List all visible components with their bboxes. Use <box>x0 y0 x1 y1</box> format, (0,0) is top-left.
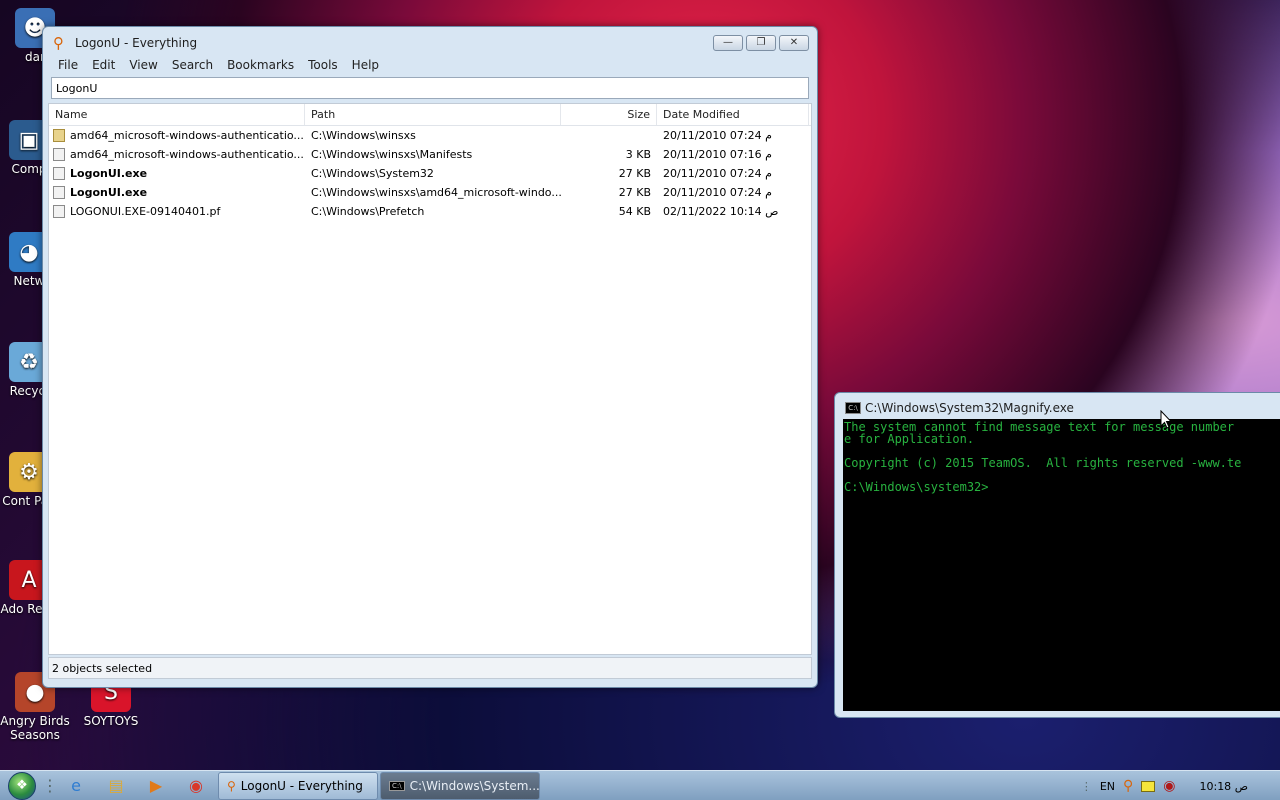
console-line: e for Application. <box>844 432 975 446</box>
title-bar[interactable]: ⚲ LogonU - Everything <box>43 27 817 59</box>
file-name: amd64_microsoft-windows-authenticatio... <box>70 129 304 142</box>
file-explorer-icon[interactable]: ▤ <box>96 772 136 800</box>
exe-icon <box>53 186 65 199</box>
file-size: 27 KB <box>618 167 651 180</box>
menu-tools[interactable]: Tools <box>301 56 345 74</box>
folder-icon <box>53 129 65 142</box>
search-input[interactable] <box>51 77 809 99</box>
file-date: 02/11/2022 10:14 ص <box>663 205 779 218</box>
console-window[interactable]: C:\ C:\Windows\System32\Magnify.exe The … <box>834 392 1280 718</box>
file-date: 20/11/2010 07:24 م <box>663 129 772 142</box>
desktop-icon-label: SOYTOYS <box>83 714 139 728</box>
window-title: LogonU - Everything <box>75 36 198 50</box>
console-prompt: C:\Windows\system32> <box>844 480 989 494</box>
language-indicator[interactable]: EN <box>1100 780 1115 793</box>
table-row[interactable]: LOGONUI.EXE-09140401.pf C:\Windows\Prefe… <box>49 202 811 221</box>
task-label: C:\Windows\System... <box>409 778 540 793</box>
file-size: 54 KB <box>618 205 651 218</box>
file-path: C:\Windows\winsxs <box>311 129 416 142</box>
everything-window[interactable]: ⚲ LogonU - Everything — ❐ ✕ File Edit Vi… <box>42 26 818 688</box>
column-header-path[interactable]: Path <box>305 104 561 125</box>
taskbar-grip: ⋮ <box>42 776 58 795</box>
start-button[interactable]: ❖ <box>0 771 44 800</box>
table-row-selected[interactable]: LogonUI.exe C:\Windows\System32 27 KB 20… <box>49 164 811 183</box>
window-controls: — ❐ ✕ <box>713 35 809 51</box>
file-size: 27 KB <box>618 186 651 199</box>
status-bar: 2 objects selected <box>48 657 812 679</box>
file-date: 20/11/2010 07:16 م <box>663 148 772 161</box>
table-row[interactable]: amd64_microsoft-windows-authenticatio...… <box>49 126 811 145</box>
task-label: LogonU - Everything <box>240 778 363 793</box>
table-row[interactable]: amd64_microsoft-windows-authenticatio...… <box>49 145 811 164</box>
column-header-size[interactable]: Size <box>561 104 657 125</box>
clock[interactable]: 10:18 ص <box>1199 780 1248 793</box>
task-everything[interactable]: ⚲ LogonU - Everything <box>218 771 378 800</box>
magnifier-icon: ⚲ <box>53 34 64 52</box>
file-size: 3 KB <box>625 148 651 161</box>
menu-edit[interactable]: Edit <box>85 56 122 74</box>
menu-view[interactable]: View <box>122 56 164 74</box>
exe-icon <box>53 167 65 180</box>
chrome-icon[interactable]: ◉ <box>176 772 216 800</box>
menu-bookmarks[interactable]: Bookmarks <box>220 56 301 74</box>
desktop-icon-label: Netw <box>13 274 45 288</box>
file-path: C:\Windows\winsxs\Manifests <box>311 148 473 161</box>
menu-bar: File Edit View Search Bookmarks Tools He… <box>51 56 386 74</box>
file-name: LogonUI.exe <box>70 167 148 180</box>
console-title: C:\Windows\System32\Magnify.exe <box>865 401 1074 415</box>
console-icon: C:\ <box>845 402 861 414</box>
system-tray: ⋮ EN ⚲ ◉ 10:18 ص <box>1081 771 1280 800</box>
column-header-date[interactable]: Date Modified <box>657 104 809 125</box>
minimize-button[interactable]: — <box>713 35 743 51</box>
message-tray-icon[interactable] <box>1141 780 1156 792</box>
mouse-cursor-icon <box>1160 410 1172 429</box>
file-date: 20/11/2010 07:24 م <box>663 167 772 180</box>
column-header-name[interactable]: Name <box>49 104 305 125</box>
console-output[interactable]: The system cannot find message text for … <box>843 419 1280 711</box>
menu-file[interactable]: File <box>51 56 85 74</box>
file-name: amd64_microsoft-windows-authenticatio... <box>70 148 304 161</box>
menu-help[interactable]: Help <box>345 56 386 74</box>
close-button[interactable]: ✕ <box>779 35 809 51</box>
task-console[interactable]: C:\ C:\Windows\System... <box>380 771 540 800</box>
menu-search[interactable]: Search <box>165 56 220 74</box>
file-icon <box>53 205 65 218</box>
taskbar: ❖ ⋮ e ▤ ▶ ◉ ⚲ LogonU - Everything C:\ C:… <box>0 770 1280 800</box>
magnifier-icon: ⚲ <box>227 778 236 793</box>
volume-tray-icon[interactable]: ◉ <box>1163 778 1175 794</box>
file-date: 20/11/2010 07:24 م <box>663 186 772 199</box>
column-header-row: Name Path Size Date Modified <box>49 104 811 126</box>
everything-tray-icon[interactable]: ⚲ <box>1123 778 1133 794</box>
file-path: C:\Windows\Prefetch <box>311 205 425 218</box>
results-list[interactable]: Name Path Size Date Modified amd64_micro… <box>48 103 812 655</box>
media-player-icon[interactable]: ▶ <box>136 772 176 800</box>
console-icon: C:\ <box>389 780 405 791</box>
file-name: LogonUI.exe <box>70 186 148 199</box>
restore-button[interactable]: ❐ <box>746 35 776 51</box>
console-line: Copyright (c) 2015 TeamOS. All rights re… <box>844 456 1242 470</box>
desktop-icon-label: Angry Birds Seasons <box>0 714 70 742</box>
table-row-selected[interactable]: LogonUI.exe C:\Windows\winsxs\amd64_micr… <box>49 183 811 202</box>
status-text: 2 objects selected <box>52 662 153 675</box>
file-path: C:\Windows\winsxs\amd64_microsoft-windo.… <box>311 186 561 199</box>
file-path: C:\Windows\System32 <box>311 167 434 180</box>
windows-logo-icon: ❖ <box>8 771 36 800</box>
tray-grip: ⋮ <box>1080 779 1092 793</box>
internet-explorer-icon[interactable]: e <box>56 772 96 800</box>
file-icon <box>53 148 65 161</box>
file-name: LOGONUI.EXE-09140401.pf <box>70 205 221 218</box>
